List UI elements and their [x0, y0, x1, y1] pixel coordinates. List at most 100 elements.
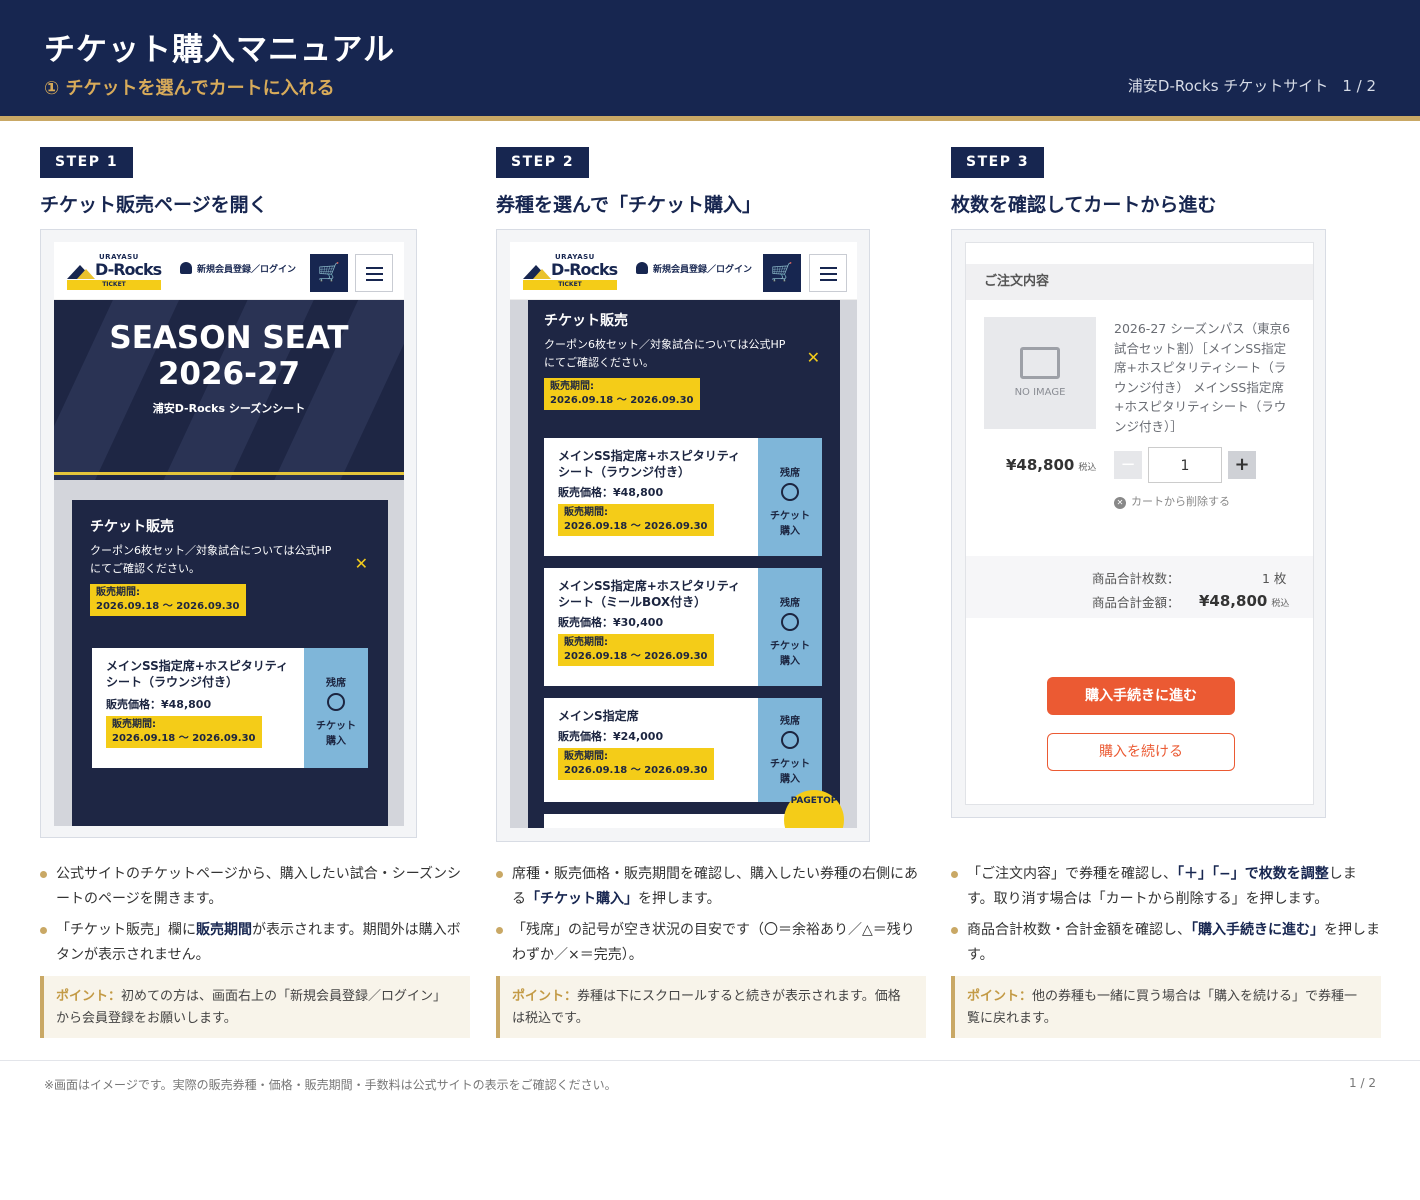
page-subtitle: ① チケットを選んでカートに入れる — [44, 78, 335, 99]
ticket-buy-button[interactable]: 残席 チケット 購入 — [758, 698, 822, 802]
sales-title: チケット販売 — [544, 313, 628, 329]
tip-label: ポイント： — [967, 989, 1033, 1004]
image-icon — [1020, 347, 1060, 379]
tip-label: ポイント： — [56, 989, 122, 1004]
ticket-buy-button[interactable]: 残席 チケット 購入 — [758, 568, 822, 686]
bullet-emphasis: 「チケット購入」 — [526, 891, 638, 907]
phone-screen: URAYASU D-Rocks TICKET 新規会員登録／ログイン 🛒 SEA… — [54, 242, 404, 826]
step-1-explanation: 公式サイトのチケットページから、購入したい試合・シーズンシートのページを開きます… — [40, 862, 470, 974]
close-icon[interactable]: ✕ — [355, 554, 368, 573]
ticket-name: メインSS指定席+ホスピタリティシート（ミールBOX付き） — [558, 579, 741, 609]
ticket-sales-panel: チケット販売 クーポン6枚セット／対象試合については公式HPにてご確認ください。… — [72, 500, 388, 826]
step-badge: STEP 3 — [951, 147, 1045, 178]
cart-button[interactable]: 🛒 — [310, 254, 348, 292]
sales-header: チケット販売 クーポン6枚セット／対象試合については公式HPにてご確認ください。… — [544, 310, 794, 410]
bullet-text: を押します。 — [638, 891, 721, 907]
login-label: 新規会員登録／ログイン — [197, 265, 297, 275]
hero-title-line-2: 2026-27 — [157, 356, 301, 392]
sales-note: クーポン6枚セット／対象試合については公式HPにてご確認ください。 — [544, 338, 786, 369]
step-badge: STEP 1 — [40, 147, 134, 178]
ticket-buy-button[interactable]: 残席 チケット 購入 — [758, 438, 822, 556]
bullet-text: 「ご注文内容」で券種を確認し、 — [967, 866, 1177, 882]
sales-title: チケット販売 — [90, 519, 174, 535]
cart-button[interactable]: 🛒 — [763, 254, 801, 292]
product-name: 2026-27 シーズンパス（東京6試合セット割）［メインSS指定席+ホスピタリ… — [1114, 321, 1291, 434]
hamburger-icon-line — [820, 273, 837, 275]
bullet-item: 商品合計枚数・合計金額を確認し、「購入手続きに進む」を押します。 — [951, 918, 1381, 968]
hamburger-menu-button[interactable] — [809, 254, 847, 292]
price-value: ¥48,800 — [1006, 456, 1075, 474]
availability-label: 残席 — [780, 598, 800, 609]
login-link[interactable]: 新規会員登録／ログイン — [180, 262, 296, 275]
ticket-card: メインS指定席 販売価格：¥24,000 販売期間: 2026.09.18 ～ … — [542, 696, 824, 804]
step-title: 枚数を確認してカートから進む — [951, 194, 1217, 216]
ticket-price: 販売価格：¥48,800 — [558, 486, 664, 499]
bullet-emphasis: 販売期間 — [196, 922, 252, 938]
ticket-price: 販売価格：¥24,000 — [558, 730, 664, 743]
quantity-plus-button[interactable]: + — [1228, 451, 1256, 479]
proceed-to-checkout-button[interactable]: 購入手続きに進む — [1047, 677, 1235, 715]
logo-main-text: D-Rocks — [551, 260, 618, 279]
logo-tag-text: TICKET — [523, 280, 617, 290]
bullet-emphasis: 「購入手続きに進む」 — [1191, 922, 1324, 938]
footer-divider — [0, 1060, 1420, 1061]
close-circle-icon: ✕ — [1114, 497, 1126, 509]
site-name: 浦安D-Rocks チケットサイト — [1127, 77, 1329, 95]
pagetop-button[interactable]: PAGETOP — [784, 790, 844, 828]
page-header: チケット購入マニュアル ① チケットを選んでカートに入れる 浦安D-Rocks … — [0, 0, 1420, 116]
product-image-placeholder: NO IMAGE — [984, 317, 1096, 429]
drocks-logo[interactable]: URAYASU D-Rocks TICKET — [67, 253, 163, 291]
drocks-logo[interactable]: URAYASU D-Rocks TICKET — [523, 253, 619, 291]
ticket-card: メインSS指定席+ホスピタリティシート（ラウンジ付き） 販売価格：¥48,800… — [542, 436, 824, 558]
ticket-period-badge: 販売期間: 2026.09.18 ～ 2026.09.30 — [106, 716, 262, 748]
screenshot-frame: URAYASU D-Rocks TICKET 新規会員登録／ログイン 🛒 SEA… — [40, 229, 417, 838]
remove-from-cart-link[interactable]: ✕ カートから削除する — [1114, 493, 1230, 509]
order-summary: 商品合計枚数： 1 枚 商品合計金額： ¥48,800 税込 — [966, 556, 1313, 618]
step-title: チケット販売ページを開く — [40, 194, 268, 216]
logo-mountain-accent-icon — [533, 269, 551, 279]
header-site-info: 浦安D-Rocks チケットサイト 1 / 2 — [1114, 75, 1376, 96]
hamburger-menu-button[interactable] — [355, 254, 393, 292]
hero-caption: 浦安D-Rocks シーズンシート — [152, 402, 306, 415]
cart-icon: 🛒 — [317, 262, 341, 283]
ticket-card: メインSS指定席+ホスピタリティシート（ミールBOX付き） 販売価格：¥30,4… — [542, 566, 824, 688]
hero-title-line-1: SEASON SEAT — [109, 320, 349, 356]
login-link[interactable]: 新規会員登録／ログイン — [636, 262, 752, 275]
quantity-minus-button[interactable]: − — [1114, 451, 1142, 479]
tip-box: ポイント：他の券種も一緒に買う場合は「購入を続ける」で券種一覧に戻れます。 — [951, 976, 1381, 1038]
ticket-price: 販売価格：¥30,400 — [558, 616, 664, 629]
bullet-item: 席種・販売価格・販売期間を確認し、購入したい券種の右側にある「チケット購入」を押… — [496, 862, 926, 912]
ticket-sales-panel: チケット販売 クーポン6枚セット／対象試合については公式HPにてご確認ください。… — [528, 242, 840, 828]
total-tax-label: 税込 — [1271, 599, 1290, 609]
ticket-name: メインSS指定席+ホスピタリティシート（ラウンジ付き） — [558, 449, 741, 479]
ticket-buy-label: チケット 購入 — [770, 641, 810, 667]
tip-label: ポイント： — [512, 989, 578, 1004]
bullet-text: 「チケット販売」欄に — [56, 922, 196, 938]
ticket-name: メインS指定席 — [558, 709, 639, 723]
ticket-card: メインSS指定席+ホスピタリティシート（ラウンジ付き） 販売価格：¥48,800… — [90, 646, 370, 770]
continue-shopping-button[interactable]: 購入を続ける — [1047, 733, 1235, 771]
header-accent-bar — [0, 116, 1420, 121]
ticket-name: メインSS指定席+ホスピタリティシート（ラウンジ付き） — [106, 659, 289, 689]
availability-label: 残席 — [326, 678, 346, 689]
availability-label: 残席 — [780, 716, 800, 727]
logo-mountain-accent-icon — [77, 269, 95, 279]
tip-box: ポイント：券種は下にスクロールすると続きが表示されます。価格は税込です。 — [496, 976, 926, 1038]
login-label: 新規会員登録／ログイン — [653, 265, 753, 275]
close-icon[interactable]: ✕ — [807, 348, 820, 367]
screenshot-frame: ご注文内容 NO IMAGE 2026-27 シーズンパス（東京6試合セット割）… — [951, 229, 1326, 818]
ticket-period-badge: 販売期間: 2026.09.18 ～ 2026.09.30 — [558, 504, 714, 536]
hamburger-icon-line — [820, 279, 837, 281]
no-image-label: NO IMAGE — [1014, 387, 1066, 398]
page-title: チケット購入マニュアル — [44, 32, 396, 68]
step-3-column: STEP 3 枚数を確認してカートから進む ご注文内容 NO IMAGE 202… — [951, 147, 1381, 1038]
ticket-buy-button[interactable]: 残席 チケット 購入 — [304, 648, 368, 768]
step-2-column: STEP 2 券種を選んで「チケット購入」 チケット販売 クーポン6枚セット／対… — [496, 147, 926, 1038]
bullet-item: 公式サイトのチケットページから、購入したい試合・シーズンシートのページを開きます… — [40, 862, 470, 912]
quantity-input[interactable]: 1 — [1148, 447, 1222, 483]
ticket-buy-label: チケット 購入 — [770, 511, 810, 537]
remove-label: カートから削除する — [1131, 495, 1230, 508]
bullet-text: 商品合計枚数・合計金額を確認し、 — [967, 922, 1191, 938]
bullet-item: 「チケット販売」欄に販売期間が表示されます。期間外は購入ボタンが表示されません。 — [40, 918, 470, 968]
bullet-emphasis: 「＋」「−」で枚数を調整 — [1177, 866, 1329, 882]
